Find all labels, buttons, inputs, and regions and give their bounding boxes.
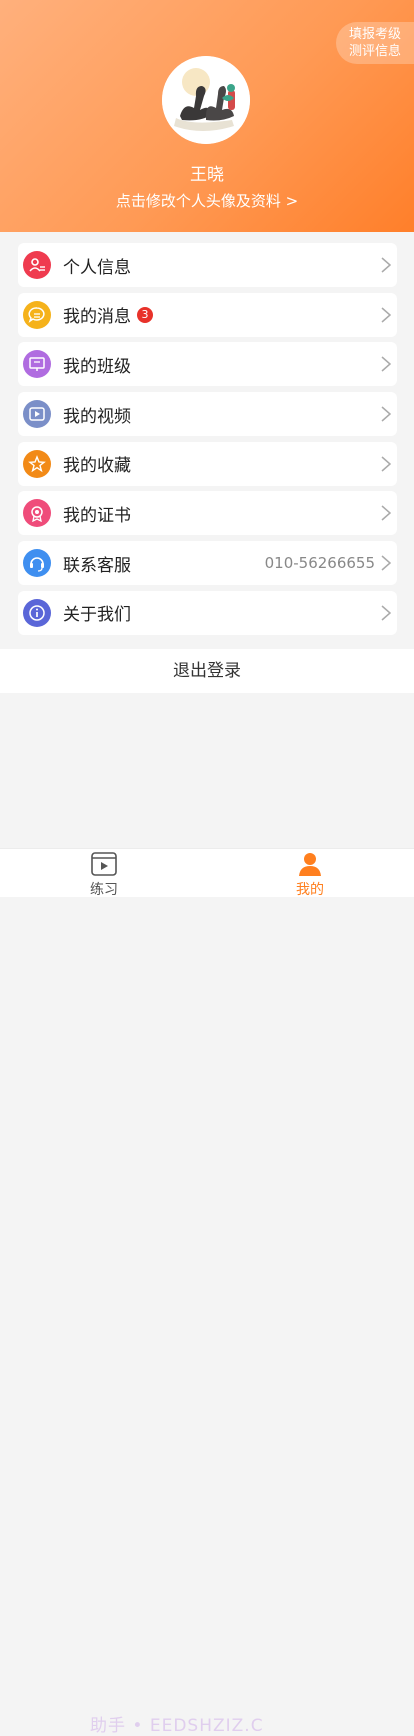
star-icon [23,449,51,478]
person-card-icon [23,251,51,279]
menu-item-personal-info[interactable]: 个人信息 [18,243,397,287]
chevron-right-icon [381,307,391,323]
menu-item-my-videos[interactable]: 我的视频 [18,392,397,437]
profile-icon [299,853,321,876]
menu-item-my-favorites[interactable]: 我的收藏 [18,441,397,486]
profile-header: 填报考级测评信息 王晓 点击修改个人头像及资料 > [0,0,414,232]
menu-label: 我的收藏 [63,456,131,477]
chevron-right-icon [381,456,391,472]
chevron-right-icon [381,406,391,422]
menu-list: 个人信息 我的消息 3 我的班级 我的视频 我的收藏 我的证书 联系客服 010… [18,243,397,641]
menu-label: 我的班级 [63,356,131,377]
tab-label: 我的 [296,882,324,898]
watermark: 助手 • EEDSHZIZ.C [90,1716,264,1736]
user-name: 王晓 [190,165,224,185]
menu-label: 关于我们 [63,605,131,626]
chevron-right-icon [381,605,391,621]
chevron-right-icon [381,257,391,273]
chat-bubble-icon [23,300,51,329]
practice-video-icon [91,852,117,876]
menu-label: 个人信息 [63,257,131,278]
menu-item-about-us[interactable]: 关于我们 [18,590,397,635]
chevron-right-icon [381,555,391,571]
avatar[interactable] [162,56,250,144]
tab-practice[interactable]: 练习 [74,851,134,899]
chevron-right-icon [381,356,391,372]
menu-item-my-certificates[interactable]: 我的证书 [18,491,397,536]
classroom-board-icon [23,350,51,379]
menu-item-customer-service[interactable]: 联系客服 010-56266655 [18,541,397,586]
headset-icon [23,549,51,578]
fill-exam-info-label: 填报考级测评信息 [348,27,401,59]
chevron-right-icon [381,505,391,522]
tab-label: 练习 [90,882,118,898]
tab-mine[interactable]: 我的 [280,851,340,899]
swan-avatar-image [162,56,250,144]
menu-label: 联系客服 [63,555,131,576]
service-phone[interactable]: 010-56266655 [265,541,375,585]
menu-label: 我的视频 [63,406,131,427]
logout-button[interactable]: 退出登录 [0,649,414,693]
unread-badge: 3 [137,306,153,323]
edit-profile-link[interactable]: 点击修改个人头像及资料 > [0,190,414,211]
tab-bar: 练习 我的 助手 • EEDSHZIZ.C [0,848,414,1736]
menu-label: 我的消息 [63,307,131,328]
menu-label: 我的证书 [63,505,131,526]
info-icon [23,598,51,627]
video-icon [23,400,51,429]
menu-item-my-class[interactable]: 我的班级 [18,342,397,387]
menu-item-my-messages[interactable]: 我的消息 3 [18,292,397,337]
certificate-icon [23,499,51,528]
fill-exam-info-button[interactable]: 填报考级测评信息 [336,22,414,64]
